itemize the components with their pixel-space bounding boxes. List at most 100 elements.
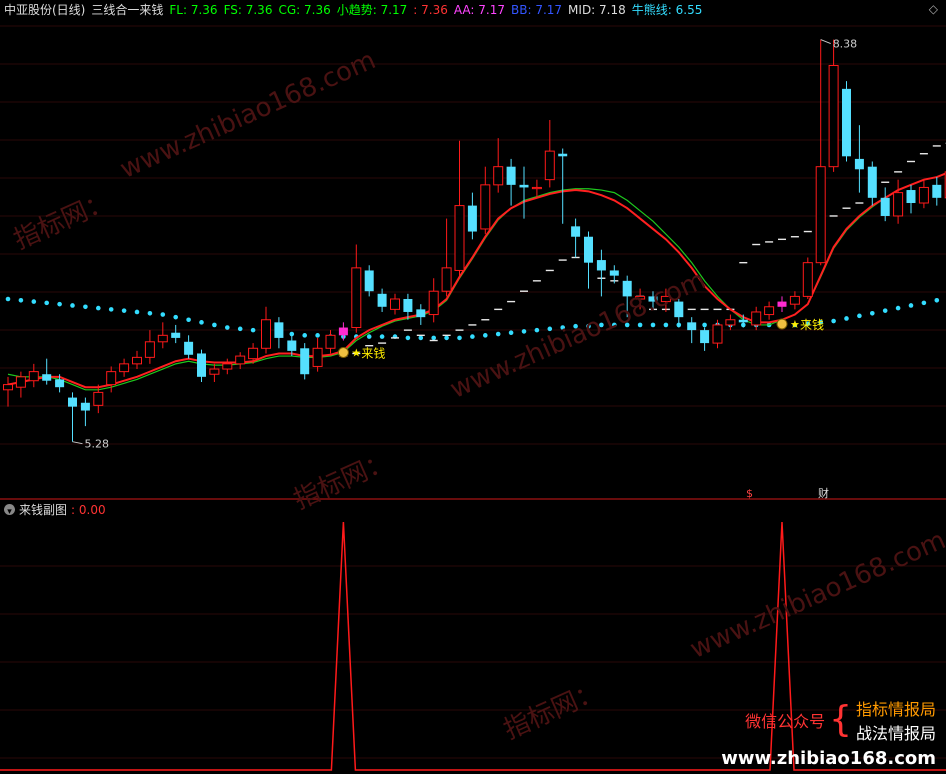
candle-body	[377, 293, 387, 307]
money-bag-icon	[337, 347, 349, 359]
candle-body	[300, 348, 310, 375]
candle-body	[738, 319, 748, 323]
candle-body	[403, 298, 413, 312]
promo-brace: {	[829, 699, 852, 740]
header-value-2: CG: 7.36	[278, 3, 331, 17]
bull-bear-dot	[83, 304, 88, 310]
candle-body	[854, 158, 864, 170]
signal-label: 来钱	[361, 346, 385, 361]
sub-chart-title[interactable]: 来钱副图	[19, 502, 67, 518]
promo-url: www.zhibiao168.com	[721, 748, 936, 769]
bull-bear-dot	[225, 325, 230, 330]
bull-bear-dot	[521, 329, 527, 334]
bull-bear-dot	[457, 335, 462, 341]
bull-bear-dot	[418, 335, 424, 341]
bull-bear-dot	[237, 326, 243, 332]
candle-body	[93, 391, 104, 406]
price-chart[interactable]: 8.385.28★ 来钱★ 来钱$ 财	[0, 0, 946, 500]
bull-bear-dot	[250, 327, 256, 333]
candle-body	[531, 186, 542, 190]
candle-body	[197, 353, 206, 377]
header-value-1: FS: 7.36	[223, 3, 273, 17]
candle-body	[454, 205, 465, 271]
candle-body	[287, 340, 297, 351]
candle-body	[68, 397, 77, 407]
bottom-marker: $	[746, 487, 753, 500]
indicator-header: 中亚股份(日线) 三线合一来钱 FL: 7.36 FS: 7.36 CG: 7.36…	[4, 2, 702, 18]
candle-body	[119, 363, 130, 373]
bull-bear-dot	[5, 296, 11, 302]
candle-body	[777, 301, 787, 307]
bull-bear-dot	[44, 300, 49, 306]
candle-body	[700, 330, 710, 344]
candle-body	[416, 309, 426, 318]
candle-body	[132, 356, 142, 365]
bull-bear-dot	[96, 305, 101, 311]
money-bag-icon	[776, 318, 788, 330]
chevron-down-icon[interactable]: ▾	[4, 504, 15, 517]
candle-body	[828, 65, 839, 168]
bull-bear-dot	[844, 316, 849, 321]
bull-bear-dot	[147, 310, 153, 316]
header-value-5: AA: 7.17	[453, 3, 505, 17]
bull-bear-dot	[895, 305, 901, 311]
candle-body	[15, 376, 26, 388]
bull-bear-dot	[444, 335, 449, 341]
candle-body	[106, 371, 117, 386]
candle-body	[893, 192, 904, 217]
bull-bear-dot	[870, 310, 875, 316]
header-value-7: MID: 7.18	[568, 3, 626, 17]
candle-body	[157, 334, 168, 343]
candle-body	[3, 384, 13, 391]
candle-body	[364, 270, 374, 292]
candle-body	[712, 324, 723, 344]
bull-bear-dot	[173, 314, 178, 320]
candle-body	[390, 298, 400, 310]
bull-bear-dot	[508, 330, 514, 336]
candle-body	[802, 262, 813, 297]
candle-body	[338, 327, 348, 336]
candle-body	[880, 197, 890, 216]
candle-body	[584, 236, 593, 263]
candle-body	[209, 368, 220, 375]
candle-body	[815, 166, 826, 264]
candle-body	[235, 355, 246, 365]
candle-body	[480, 184, 491, 230]
candle-body	[441, 267, 452, 292]
candle-body	[571, 226, 581, 237]
stock-title[interactable]: 中亚股份(日线)	[4, 2, 85, 18]
bull-bear-dot	[831, 318, 836, 324]
star-icon: ★	[351, 347, 361, 360]
bull-bear-dot	[650, 322, 656, 328]
bull-bear-dot	[186, 317, 191, 323]
candle-body	[558, 153, 568, 157]
candle-body	[248, 347, 259, 360]
header-value-6: BB: 7.17	[511, 3, 563, 17]
candle-body	[144, 341, 155, 358]
diamond-icon[interactable]: ◇	[929, 2, 938, 16]
header-value-3: 小趋势: 7.17	[336, 3, 408, 17]
candle-body	[428, 290, 439, 316]
price-label-arrow	[72, 441, 83, 445]
signal-label: 来钱	[800, 317, 824, 332]
bull-bear-dot	[908, 303, 914, 308]
indicator-name[interactable]: 三线合一来钱	[91, 2, 163, 18]
bull-bear-dot	[934, 297, 940, 303]
bull-bear-dot	[921, 300, 927, 306]
candle-body	[28, 371, 39, 382]
bull-bear-dot	[212, 322, 217, 328]
candle-body	[171, 332, 181, 338]
candle-body	[312, 347, 323, 367]
bull-bear-dot	[483, 333, 488, 338]
candle-body	[261, 319, 271, 349]
candle-body	[918, 186, 929, 204]
candle-body	[867, 166, 877, 198]
candle-body	[596, 260, 606, 271]
candle-body	[493, 166, 504, 186]
bull-bear-dot	[405, 335, 411, 341]
candle-body	[725, 319, 736, 326]
candle-body	[764, 306, 775, 316]
candle-body	[55, 379, 65, 388]
candle-body	[222, 363, 233, 370]
bull-bear-dot	[31, 299, 37, 304]
